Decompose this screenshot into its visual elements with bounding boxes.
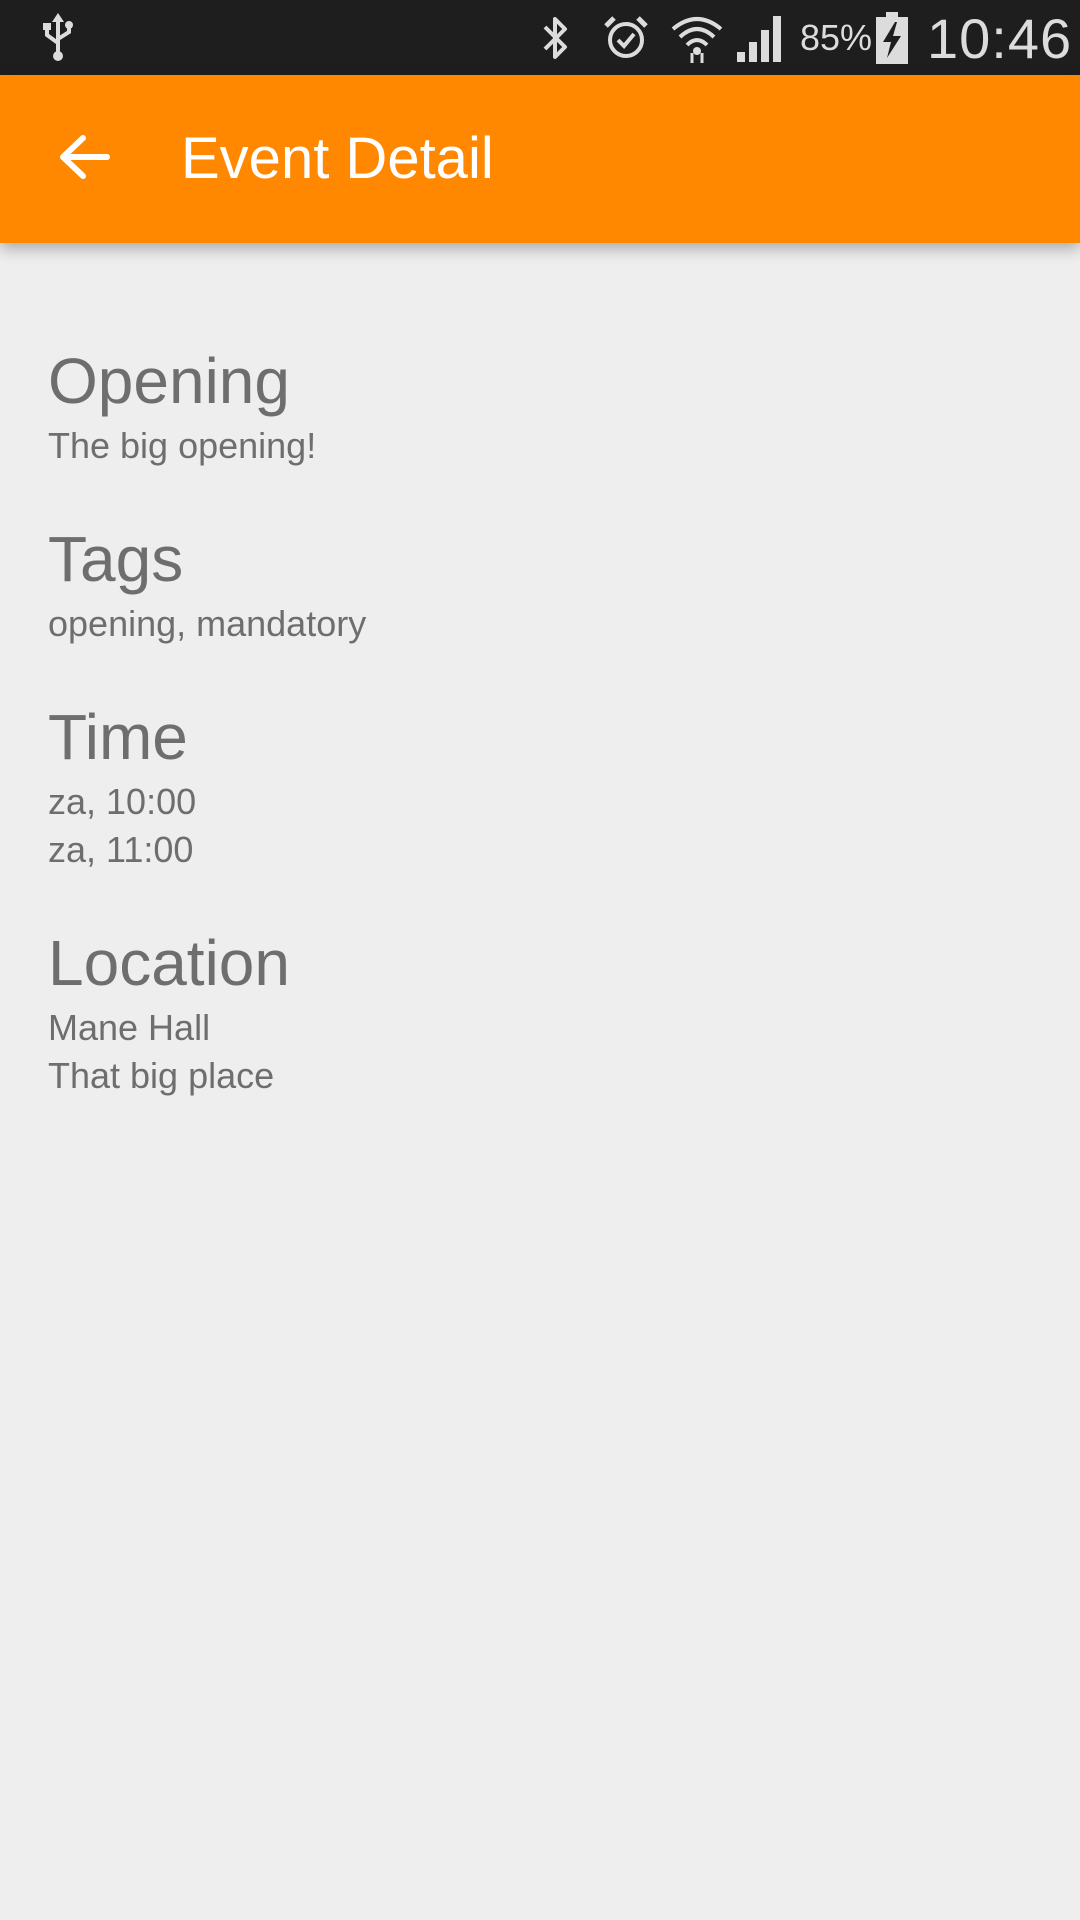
wifi-icon [668, 10, 726, 65]
battery-percent: 85% [800, 17, 873, 58]
tags-heading: Tags [48, 523, 184, 595]
app-bar: Event Detail [0, 75, 1080, 243]
signal-icon [734, 10, 786, 65]
event-detail: Opening The big opening! Tags opening, m… [48, 340, 1028, 1148]
location-description: That big place [48, 1055, 275, 1096]
tags-section: Tags opening, mandatory [48, 518, 1028, 648]
battery-charging-icon [874, 10, 910, 65]
location-heading: Location [48, 927, 290, 999]
arrow-back-icon [57, 134, 111, 185]
back-button[interactable] [28, 109, 140, 209]
clock: 10:46 [927, 7, 1073, 70]
event-title-section: Opening The big opening! [48, 340, 1028, 470]
time-heading: Time [48, 701, 188, 773]
start-time: za, 10:00 [48, 781, 197, 822]
location-section: Location Mane Hall That big place [48, 922, 1028, 1100]
status-bar: 85% 10:46 [0, 0, 1080, 75]
page-title: Event Detail [181, 126, 494, 191]
event-title: Opening [48, 345, 290, 417]
end-time: za, 11:00 [48, 829, 194, 870]
time-section: Time za, 10:00 za, 11:00 [48, 696, 1028, 874]
bluetooth-icon [535, 10, 575, 65]
usb-icon [36, 10, 80, 65]
event-description: The big opening! [48, 425, 317, 466]
location-name: Mane Hall [48, 1007, 211, 1048]
tags-value: opening, mandatory [48, 603, 367, 644]
alarm-icon [600, 10, 652, 65]
